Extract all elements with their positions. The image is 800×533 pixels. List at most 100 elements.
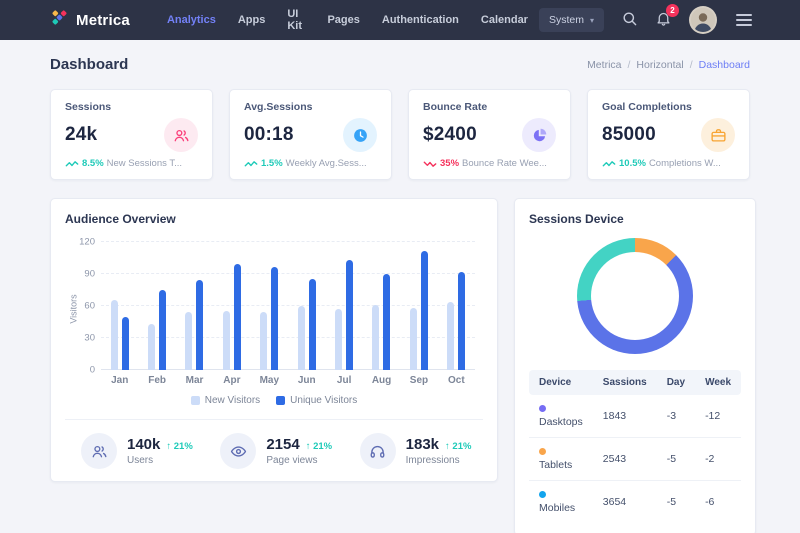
bar-unique-visitors-feb[interactable] xyxy=(159,290,166,370)
device-table-header-row: DeviceSassionsDayWeek xyxy=(529,370,741,395)
bar-unique-visitors-jan[interactable] xyxy=(122,317,129,370)
brand[interactable]: Metrica xyxy=(50,8,130,32)
legend-item-new-visitors[interactable]: New Visitors xyxy=(191,395,260,406)
bar-new-visitors-may[interactable] xyxy=(260,312,267,370)
stat-card-mid: $2400 xyxy=(423,118,556,152)
sessions-device-card: Sessions Device DeviceSassionsDayWeek Da… xyxy=(514,198,756,533)
stat-card-row: Sessions24k8.5%New Sessions T...Avg.Sess… xyxy=(50,89,750,180)
device-cell: Mobiles xyxy=(529,481,593,524)
week-cell: -6 xyxy=(695,481,741,524)
legend-swatch xyxy=(191,396,200,405)
x-tick-jun: Jun xyxy=(288,375,325,386)
audience-overview-title: Audience Overview xyxy=(65,212,483,226)
stat-card-title: Avg.Sessions xyxy=(244,101,377,113)
bar-group-sep xyxy=(410,242,428,370)
nav-item-calendar[interactable]: Calendar xyxy=(470,8,539,32)
device-dot xyxy=(539,405,546,412)
y-tick-label: 60 xyxy=(69,301,95,312)
stat-card-value: 85000 xyxy=(602,124,656,146)
bar-unique-visitors-oct[interactable] xyxy=(458,272,465,370)
notification-badge: 2 xyxy=(666,4,679,17)
bar-group-aug xyxy=(372,242,390,370)
page-content: Dashboard Metrica/Horizontal/Dashboard S… xyxy=(0,40,800,533)
stat-card-mid: 24k xyxy=(65,118,198,152)
trend-note: New Sessions T... xyxy=(107,158,182,169)
column-header-week: Week xyxy=(695,370,741,395)
trend-note: Completions W... xyxy=(649,158,721,169)
breadcrumb-item-metrica[interactable]: Metrica xyxy=(587,59,621,71)
day-cell: -5 xyxy=(657,481,695,524)
bar-chart-plot: 0306090120 xyxy=(101,242,475,370)
briefcase-icon xyxy=(701,118,735,152)
stat-card-title: Bounce Rate xyxy=(423,101,556,113)
bar-unique-visitors-may[interactable] xyxy=(271,267,278,370)
users-icon xyxy=(81,433,117,469)
bar-group-jul xyxy=(335,242,353,370)
sessions-cell: 3654 xyxy=(593,481,657,524)
user-avatar[interactable] xyxy=(689,6,717,34)
stat-card-goal-completions: Goal Completions8500010.5%Completions W.… xyxy=(587,89,750,180)
x-tick-oct: Oct xyxy=(438,375,475,386)
bar-unique-visitors-sep[interactable] xyxy=(421,251,428,370)
stat-card-value: 00:18 xyxy=(244,124,294,146)
bar-new-visitors-jul[interactable] xyxy=(335,309,342,370)
legend-item-unique-visitors[interactable]: Unique Visitors xyxy=(276,395,357,406)
bar-new-visitors-feb[interactable] xyxy=(148,324,155,370)
bar-new-visitors-mar[interactable] xyxy=(185,312,192,370)
day-cell: -5 xyxy=(657,438,695,481)
trend-percentage: 8.5% xyxy=(82,158,104,169)
bar-new-visitors-jun[interactable] xyxy=(298,306,305,370)
kpi-value-row: 2154↑ 21% xyxy=(266,436,332,453)
stat-card-trend: 8.5%New Sessions T... xyxy=(65,158,198,169)
bar-new-visitors-jan[interactable] xyxy=(111,300,118,370)
system-dropdown[interactable]: System ▾ xyxy=(539,8,604,32)
kpi-impressions: 183k↑ 21%Impressions xyxy=(344,433,483,469)
kpi-value: 183k xyxy=(406,436,439,453)
audience-bar-chart: Visitors 0306090120 JanFebMarAprMayJunJu… xyxy=(65,242,483,386)
bar-new-visitors-oct[interactable] xyxy=(447,302,454,370)
eye-icon xyxy=(220,433,256,469)
stat-card-value: 24k xyxy=(65,124,97,146)
bar-unique-visitors-jun[interactable] xyxy=(309,279,316,370)
column-header-day: Day xyxy=(657,370,695,395)
audience-overview-card: Audience Overview Visitors 0306090120 Ja… xyxy=(50,198,498,482)
bar-unique-visitors-jul[interactable] xyxy=(346,260,353,370)
device-table-body: Dasktops1843-3-12Tablets2543-5-2Mobiles3… xyxy=(529,395,741,523)
nav-item-apps[interactable]: Apps xyxy=(227,8,277,32)
bar-group-jun xyxy=(298,242,316,370)
navbar: Metrica AnalyticsAppsUI KitPagesAuthenti… xyxy=(0,0,800,40)
bar-new-visitors-apr[interactable] xyxy=(223,311,230,370)
sessions-cell: 2543 xyxy=(593,438,657,481)
nav-item-ui-kit[interactable]: UI Kit xyxy=(276,2,316,38)
notifications-button[interactable]: 2 xyxy=(655,10,672,30)
breadcrumb-item-horizontal[interactable]: Horizontal xyxy=(636,59,683,71)
trend-percentage: 1.5% xyxy=(261,158,283,169)
search-button[interactable] xyxy=(621,10,638,30)
week-cell: -12 xyxy=(695,395,741,438)
page-title: Dashboard xyxy=(50,56,128,73)
search-icon xyxy=(621,10,638,30)
bar-unique-visitors-apr[interactable] xyxy=(234,264,241,370)
audience-kpi-row: 140k↑ 21%Users2154↑ 21%Page views183k↑ 2… xyxy=(65,419,483,469)
x-tick-aug: Aug xyxy=(363,375,400,386)
trend-down-icon xyxy=(423,160,437,168)
nav-item-pages[interactable]: Pages xyxy=(316,8,370,32)
stat-card-avg-sessions: Avg.Sessions00:181.5%Weekly Avg.Sess... xyxy=(229,89,392,180)
bar-unique-visitors-mar[interactable] xyxy=(196,280,203,370)
nav-item-authentication[interactable]: Authentication xyxy=(371,8,470,32)
bar-unique-visitors-aug[interactable] xyxy=(383,274,390,370)
brand-name: Metrica xyxy=(76,12,130,29)
nav-item-analytics[interactable]: Analytics xyxy=(156,8,227,32)
menu-toggle-icon[interactable] xyxy=(734,12,754,28)
donut-hole xyxy=(591,252,679,340)
device-cell: Tablets xyxy=(529,438,593,481)
system-dropdown-label: System xyxy=(549,14,584,26)
x-tick-jul: Jul xyxy=(325,375,362,386)
x-tick-mar: Mar xyxy=(176,375,213,386)
bar-group-may xyxy=(260,242,278,370)
bar-new-visitors-sep[interactable] xyxy=(410,308,417,370)
pie-icon xyxy=(522,118,556,152)
bar-new-visitors-aug[interactable] xyxy=(372,305,379,370)
kpi-users: 140k↑ 21%Users xyxy=(65,433,204,469)
day-cell: -3 xyxy=(657,395,695,438)
